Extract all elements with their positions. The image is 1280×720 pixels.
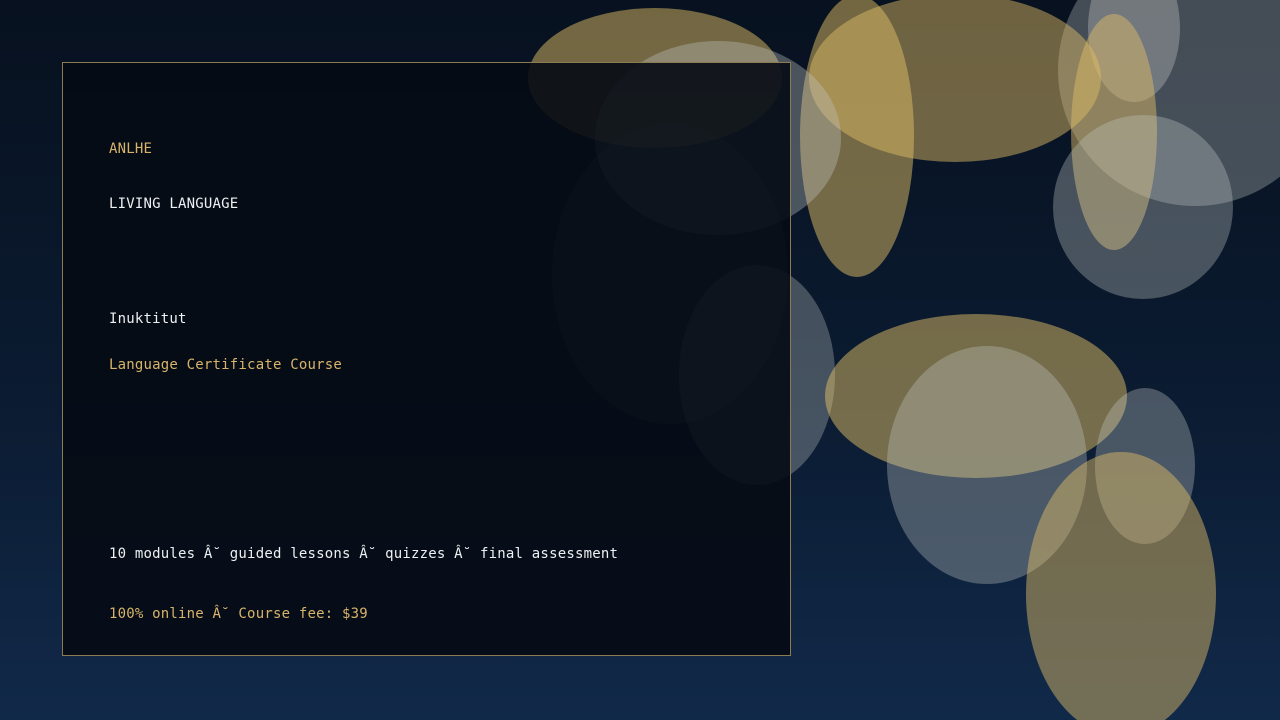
course-features: 10 modules Â˘ guided lessons Â˘ quizzes … [109,546,619,562]
language-name: Inuktitut [109,311,187,327]
bokeh-circle [1053,115,1233,299]
brand-tagline: LIVING LANGUAGE [109,196,239,212]
course-pricing: 100% online Â˘ Course fee: $39 [109,606,368,622]
course-title: Language Certificate Course [109,357,342,373]
brand-name: ANLHE [109,141,153,157]
course-card: ANLHE LIVING LANGUAGE Inuktitut Language… [62,62,791,656]
